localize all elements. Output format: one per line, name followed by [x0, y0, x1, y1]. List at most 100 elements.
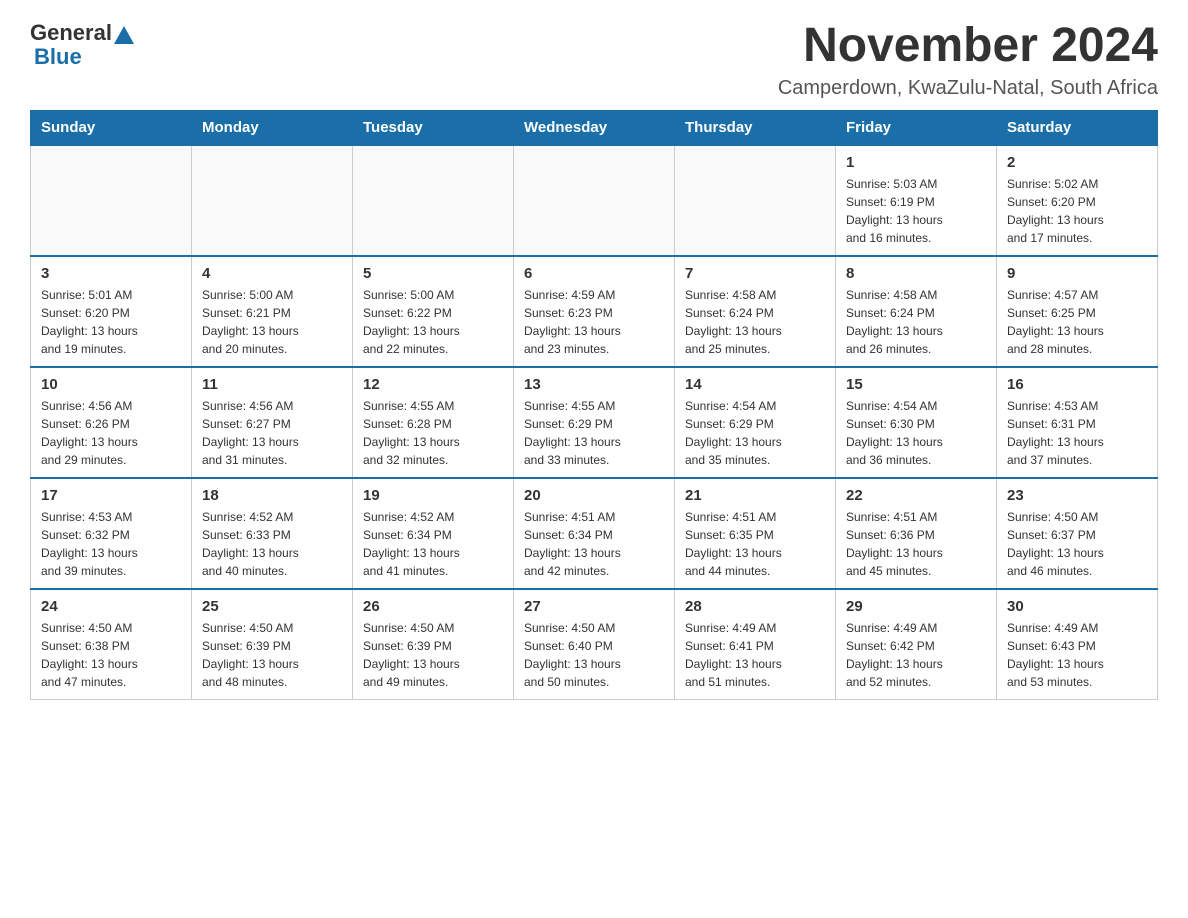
week-row-2: 3 Sunrise: 5:01 AMSunset: 6:20 PMDaylight…	[31, 256, 1158, 367]
week-row-3: 10 Sunrise: 4:56 AMSunset: 6:26 PMDayligh…	[31, 367, 1158, 478]
table-row: 15 Sunrise: 4:54 AMSunset: 6:30 PMDayligh…	[836, 367, 997, 478]
day-info: Sunrise: 4:56 AMSunset: 6:26 PMDaylight:…	[41, 397, 181, 469]
table-row: 27 Sunrise: 4:50 AMSunset: 6:40 PMDayligh…	[514, 589, 675, 700]
table-row: 7 Sunrise: 4:58 AMSunset: 6:24 PMDaylight…	[675, 256, 836, 367]
table-row: 23Sunrise: 4:50 AMSunset: 6:37 PMDayligh…	[997, 478, 1158, 589]
calendar-table: Sunday Monday Tuesday Wednesday Thursday…	[30, 110, 1158, 700]
logo: General Blue	[30, 20, 134, 70]
day-number: 15	[846, 376, 986, 393]
day-number: 29	[846, 598, 986, 615]
table-row: 18 Sunrise: 4:52 AMSunset: 6:33 PMDayligh…	[192, 478, 353, 589]
table-row: 4 Sunrise: 5:00 AMSunset: 6:21 PMDaylight…	[192, 256, 353, 367]
day-info: Sunrise: 4:53 AMSunset: 6:31 PMDaylight:…	[1007, 397, 1147, 469]
table-row: 24Sunrise: 4:50 AMSunset: 6:38 PMDayligh…	[31, 589, 192, 700]
table-row: 22 Sunrise: 4:51 AMSunset: 6:36 PMDayligh…	[836, 478, 997, 589]
table-row: 5 Sunrise: 5:00 AMSunset: 6:22 PMDaylight…	[353, 256, 514, 367]
day-number: 22	[846, 487, 986, 504]
month-title: November 2024	[778, 20, 1158, 73]
day-info: Sunrise: 4:58 AMSunset: 6:24 PMDaylight:…	[685, 286, 825, 358]
table-row: 10 Sunrise: 4:56 AMSunset: 6:26 PMDayligh…	[31, 367, 192, 478]
day-number: 19	[363, 487, 503, 504]
table-row: 19Sunrise: 4:52 AMSunset: 6:34 PMDayligh…	[353, 478, 514, 589]
day-number: 7	[685, 265, 825, 282]
header-sunday: Sunday	[31, 110, 192, 145]
day-info: Sunrise: 4:55 AMSunset: 6:29 PMDaylight:…	[524, 397, 664, 469]
table-row	[675, 145, 836, 256]
table-row: 25 Sunrise: 4:50 AMSunset: 6:39 PMDayligh…	[192, 589, 353, 700]
logo-general-text: General	[30, 20, 112, 46]
day-info: Sunrise: 4:54 AMSunset: 6:30 PMDaylight:…	[846, 397, 986, 469]
day-info: Sunrise: 4:52 AMSunset: 6:33 PMDaylight:…	[202, 508, 342, 580]
table-row: 29Sunrise: 4:49 AMSunset: 6:42 PMDayligh…	[836, 589, 997, 700]
header-friday: Friday	[836, 110, 997, 145]
table-row: 6Sunrise: 4:59 AMSunset: 6:23 PMDaylight…	[514, 256, 675, 367]
day-info: Sunrise: 5:00 AMSunset: 6:22 PMDaylight:…	[363, 286, 503, 358]
table-row	[31, 145, 192, 256]
logo-blue-text: Blue	[34, 44, 82, 70]
day-number: 9	[1007, 265, 1147, 282]
day-number: 24	[41, 598, 181, 615]
day-info: Sunrise: 4:56 AMSunset: 6:27 PMDaylight:…	[202, 397, 342, 469]
day-number: 20	[524, 487, 664, 504]
table-row	[514, 145, 675, 256]
title-area: November 2024 Camperdown, KwaZulu-Natal,…	[778, 20, 1158, 100]
day-number: 18	[202, 487, 342, 504]
day-number: 21	[685, 487, 825, 504]
header-tuesday: Tuesday	[353, 110, 514, 145]
day-number: 25	[202, 598, 342, 615]
day-info: Sunrise: 5:03 AMSunset: 6:19 PMDaylight:…	[846, 175, 986, 247]
day-info: Sunrise: 5:01 AMSunset: 6:20 PMDaylight:…	[41, 286, 181, 358]
header-thursday: Thursday	[675, 110, 836, 145]
week-row-4: 17 Sunrise: 4:53 AMSunset: 6:32 PMDayligh…	[31, 478, 1158, 589]
table-row	[353, 145, 514, 256]
table-row: 2Sunrise: 5:02 AMSunset: 6:20 PMDaylight…	[997, 145, 1158, 256]
day-info: Sunrise: 4:54 AMSunset: 6:29 PMDaylight:…	[685, 397, 825, 469]
day-info: Sunrise: 4:50 AMSunset: 6:39 PMDaylight:…	[363, 619, 503, 691]
table-row: 30 Sunrise: 4:49 AMSunset: 6:43 PMDayligh…	[997, 589, 1158, 700]
table-row: 21 Sunrise: 4:51 AMSunset: 6:35 PMDayligh…	[675, 478, 836, 589]
day-info: Sunrise: 4:50 AMSunset: 6:37 PMDaylight:…	[1007, 508, 1147, 580]
header-monday: Monday	[192, 110, 353, 145]
day-number: 30	[1007, 598, 1147, 615]
table-row: 11 Sunrise: 4:56 AMSunset: 6:27 PMDayligh…	[192, 367, 353, 478]
day-info: Sunrise: 4:51 AMSunset: 6:35 PMDaylight:…	[685, 508, 825, 580]
week-row-5: 24Sunrise: 4:50 AMSunset: 6:38 PMDayligh…	[31, 589, 1158, 700]
day-info: Sunrise: 5:02 AMSunset: 6:20 PMDaylight:…	[1007, 175, 1147, 247]
day-info: Sunrise: 4:51 AMSunset: 6:34 PMDaylight:…	[524, 508, 664, 580]
day-info: Sunrise: 4:59 AMSunset: 6:23 PMDaylight:…	[524, 286, 664, 358]
day-info: Sunrise: 4:51 AMSunset: 6:36 PMDaylight:…	[846, 508, 986, 580]
day-info: Sunrise: 4:49 AMSunset: 6:43 PMDaylight:…	[1007, 619, 1147, 691]
day-info: Sunrise: 4:57 AMSunset: 6:25 PMDaylight:…	[1007, 286, 1147, 358]
day-number: 28	[685, 598, 825, 615]
table-row: 20 Sunrise: 4:51 AMSunset: 6:34 PMDayligh…	[514, 478, 675, 589]
table-row: 14Sunrise: 4:54 AMSunset: 6:29 PMDayligh…	[675, 367, 836, 478]
day-info: Sunrise: 4:50 AMSunset: 6:40 PMDaylight:…	[524, 619, 664, 691]
table-row: 13 Sunrise: 4:55 AMSunset: 6:29 PMDayligh…	[514, 367, 675, 478]
day-number: 17	[41, 487, 181, 504]
page-header: General Blue November 2024 Camperdown, K…	[30, 20, 1158, 100]
table-row: 9 Sunrise: 4:57 AMSunset: 6:25 PMDaylight…	[997, 256, 1158, 367]
table-row: 17 Sunrise: 4:53 AMSunset: 6:32 PMDayligh…	[31, 478, 192, 589]
table-row: 26 Sunrise: 4:50 AMSunset: 6:39 PMDayligh…	[353, 589, 514, 700]
table-row: 16 Sunrise: 4:53 AMSunset: 6:31 PMDayligh…	[997, 367, 1158, 478]
day-info: Sunrise: 4:49 AMSunset: 6:41 PMDaylight:…	[685, 619, 825, 691]
day-info: Sunrise: 4:50 AMSunset: 6:39 PMDaylight:…	[202, 619, 342, 691]
day-number: 10	[41, 376, 181, 393]
day-info: Sunrise: 4:58 AMSunset: 6:24 PMDaylight:…	[846, 286, 986, 358]
day-number: 8	[846, 265, 986, 282]
day-number: 12	[363, 376, 503, 393]
day-number: 13	[524, 376, 664, 393]
day-number: 27	[524, 598, 664, 615]
table-row: 1Sunrise: 5:03 AMSunset: 6:19 PMDaylight…	[836, 145, 997, 256]
day-number: 4	[202, 265, 342, 282]
day-info: Sunrise: 5:00 AMSunset: 6:21 PMDaylight:…	[202, 286, 342, 358]
table-row: 12 Sunrise: 4:55 AMSunset: 6:28 PMDayligh…	[353, 367, 514, 478]
day-number: 16	[1007, 376, 1147, 393]
day-number: 11	[202, 376, 342, 393]
day-info: Sunrise: 4:53 AMSunset: 6:32 PMDaylight:…	[41, 508, 181, 580]
day-info: Sunrise: 4:55 AMSunset: 6:28 PMDaylight:…	[363, 397, 503, 469]
day-number: 5	[363, 265, 503, 282]
table-row: 3 Sunrise: 5:01 AMSunset: 6:20 PMDaylight…	[31, 256, 192, 367]
day-number: 3	[41, 265, 181, 282]
day-number: 26	[363, 598, 503, 615]
